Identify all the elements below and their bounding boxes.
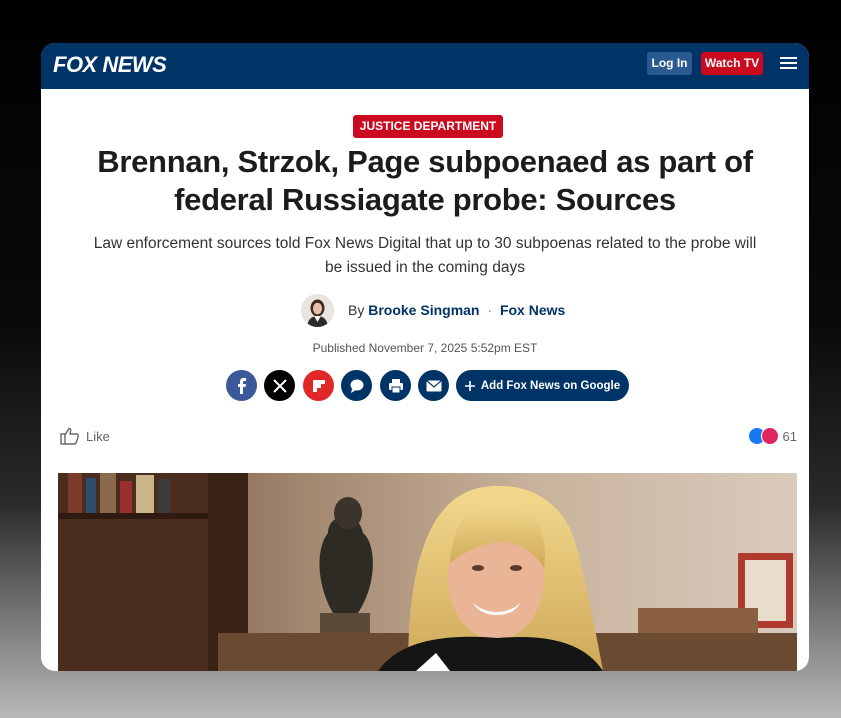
author-link[interactable]: Brooke Singman [368,302,479,318]
article-card: FOX NEWS Log In Watch TV JUSTICE DEPARTM… [41,43,809,671]
headline-line-1: Brennan, Strzok, Page subpoenaed as part… [97,144,753,179]
love-reaction-icon [760,427,779,445]
reaction-count: 61 [782,428,797,444]
facebook-icon[interactable] [226,370,257,401]
article-subhead: Law enforcement sources told Fox News Di… [71,232,779,280]
published-date: Published November 7, 2025 5:52pm EST [312,341,538,355]
reaction-summary[interactable]: 61 [747,427,797,445]
category-tag[interactable]: JUSTICE DEPARTMENT [353,115,503,138]
flipboard-icon[interactable] [303,370,334,401]
byline: By Brooke Singman · Fox News [301,294,601,327]
byline-text: By Brooke Singman · Fox News [348,302,565,318]
article-headline: Brennan, Strzok, Page subpoenaed as part… [81,143,769,219]
add-fox-news-on-google-button[interactable]: Add Fox News on Google [456,370,629,401]
subhead-line-2: be issued in the coming days [325,259,525,276]
watch-tv-button[interactable]: Watch TV [701,52,763,75]
article-hero-image[interactable] [58,473,797,671]
outlet-link[interactable]: Fox News [500,302,565,318]
site-header: FOX NEWS Log In Watch TV [41,43,809,89]
like-label: Like [86,428,110,444]
google-button-label: Add Fox News on Google [480,379,621,392]
subhead-line-1: Law enforcement sources told Fox News Di… [93,235,757,252]
print-icon[interactable] [380,370,411,401]
x-icon[interactable] [264,370,295,401]
headline-line-2: federal Russiagate probe: Sources [174,182,676,217]
author-avatar[interactable] [301,294,334,327]
comment-icon[interactable] [341,370,372,401]
byline-separator: · [487,302,493,318]
plus-icon [464,380,475,391]
menu-icon[interactable] [780,57,797,71]
byline-prefix: By [348,302,365,318]
fox-news-logo[interactable]: FOX NEWS [53,52,167,78]
login-button[interactable]: Log In [647,52,692,75]
thumbs-up-icon [60,427,79,445]
email-icon[interactable] [418,370,449,401]
like-button[interactable]: Like [60,427,110,445]
